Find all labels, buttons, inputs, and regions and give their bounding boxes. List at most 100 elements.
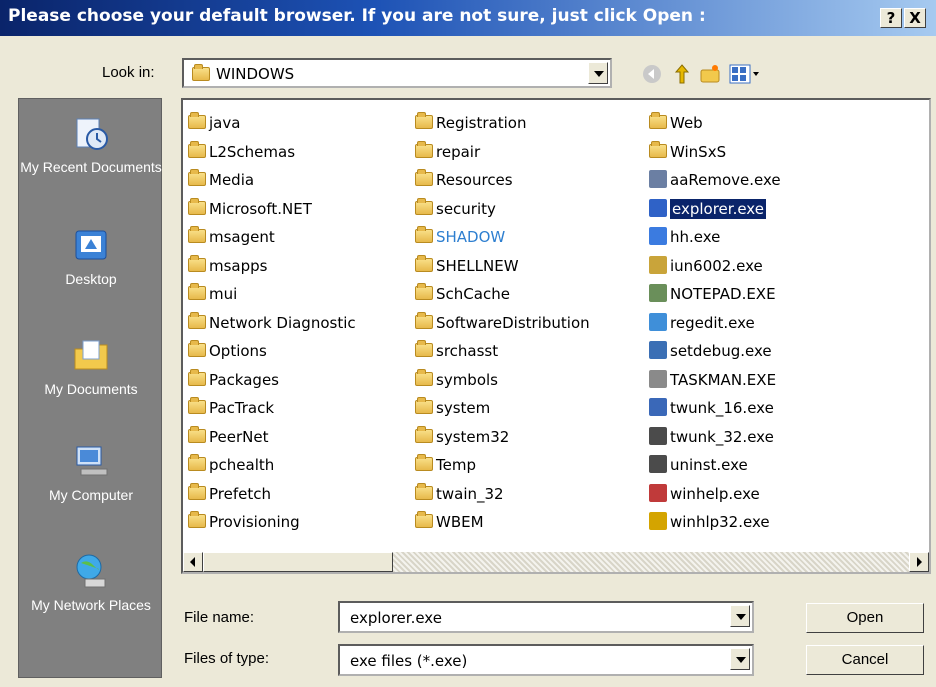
folder-item[interactable]: symbols <box>415 368 498 391</box>
file-item[interactable]: aaRemove.exe <box>649 169 781 191</box>
folder-item[interactable]: security <box>415 197 496 220</box>
up-folder-icon[interactable] <box>670 62 694 86</box>
folder-item[interactable]: msagent <box>188 226 275 248</box>
file-item[interactable]: NOTEPAD.EXE <box>649 283 776 305</box>
folder-item[interactable]: PeerNet <box>188 425 268 448</box>
executable-icon <box>649 170 667 188</box>
item-label: PacTrack <box>209 399 275 417</box>
item-label: twunk_16.exe <box>670 399 774 417</box>
folder-item[interactable]: WBEM <box>415 511 484 533</box>
file-item[interactable]: TASKMAN.EXE <box>649 369 776 391</box>
scroll-left-button[interactable] <box>183 552 203 572</box>
executable-icon <box>649 284 667 302</box>
file-item[interactable]: uninst.exe <box>649 454 748 476</box>
folder-icon <box>188 454 206 471</box>
item-label: twunk_32.exe <box>670 427 774 446</box>
folder-item[interactable]: java <box>188 112 240 134</box>
view-menu-icon[interactable] <box>728 62 762 86</box>
file-name-dropdown-button[interactable] <box>730 605 750 627</box>
folder-icon <box>415 283 433 300</box>
folder-icon <box>415 482 433 500</box>
folder-icon <box>188 340 206 357</box>
file-item[interactable]: winhlp32.exe <box>649 511 770 533</box>
folder-icon <box>188 283 206 300</box>
file-item[interactable]: iun6002.exe <box>649 255 763 277</box>
file-item[interactable]: hh.exe <box>649 226 720 248</box>
folder-item[interactable]: Network Diagnostic <box>188 311 356 334</box>
folder-item[interactable]: PacTrack <box>188 397 274 419</box>
file-item[interactable]: explorer.exe <box>649 197 767 220</box>
folder-item[interactable]: SchCache <box>415 283 510 305</box>
folder-item[interactable]: Temp <box>415 454 476 476</box>
look-in-dropdown-button[interactable] <box>588 62 608 84</box>
scroll-right-button[interactable] <box>909 552 929 572</box>
folder-icon <box>649 140 667 158</box>
help-button[interactable]: ? <box>880 8 902 28</box>
folder-icon <box>415 197 433 215</box>
file-type-select[interactable]: exe files (*.exe) <box>338 644 754 676</box>
folder-item[interactable]: Options <box>188 340 267 362</box>
folder-item[interactable]: WinSxS <box>649 140 726 163</box>
look-in-combo[interactable]: WINDOWS <box>182 58 612 88</box>
folder-item[interactable]: Provisioning <box>188 511 300 533</box>
folder-item[interactable]: repair <box>415 140 480 163</box>
arrow-left-icon <box>190 557 195 567</box>
folder-item[interactable]: Prefetch <box>188 482 271 505</box>
item-label: system32 <box>436 427 510 446</box>
item-label: winhlp32.exe <box>670 513 770 531</box>
file-name-input[interactable]: explorer.exe <box>338 601 754 633</box>
item-label: Prefetch <box>209 484 271 503</box>
scrollbar-thumb[interactable] <box>203 552 393 572</box>
folder-item[interactable]: twain_32 <box>415 482 504 505</box>
open-button[interactable]: Open <box>806 603 924 633</box>
file-item[interactable]: winhelp.exe <box>649 483 760 505</box>
file-list[interactable]: java L2Schemas Media Microsoft.NET msagent ms… <box>181 98 931 574</box>
file-item[interactable]: regedit.exe <box>649 312 755 334</box>
folder-item[interactable]: Media <box>188 169 254 191</box>
file-item[interactable]: twunk_16.exe <box>649 397 774 419</box>
folder-item[interactable]: pchealth <box>188 454 274 476</box>
file-type-value: exe files (*.exe) <box>350 652 468 670</box>
item-label: system <box>436 399 491 417</box>
title-bar: Please choose your default browser. If y… <box>0 0 936 36</box>
folder-item[interactable]: mui <box>188 283 237 305</box>
file-item[interactable]: setdebug.exe <box>649 340 772 362</box>
place-my-computer[interactable]: My Computer <box>19 441 163 504</box>
file-item[interactable]: twunk_32.exe <box>649 426 774 448</box>
folder-item[interactable]: system32 <box>415 425 510 448</box>
item-label: symbols <box>436 370 498 389</box>
folder-item[interactable]: Web <box>649 112 703 134</box>
folder-item[interactable]: msapps <box>188 254 267 277</box>
item-label: SHADOW <box>436 228 506 246</box>
folder-icon <box>415 112 433 129</box>
executable-icon <box>649 255 667 274</box>
folder-item[interactable]: Microsoft.NET <box>188 197 312 220</box>
cancel-button[interactable]: Cancel <box>806 645 924 675</box>
folder-item[interactable]: Registration <box>415 112 526 134</box>
folder-item[interactable]: system <box>415 397 490 419</box>
item-label: iun6002.exe <box>670 256 763 275</box>
folder-item[interactable]: L2Schemas <box>188 140 295 163</box>
folder-item[interactable]: Packages <box>188 368 279 391</box>
place-my-network-places[interactable]: My Network Places <box>19 551 163 614</box>
executable-icon <box>649 227 667 245</box>
place-my-documents[interactable]: My Documents <box>19 335 163 398</box>
file-type-dropdown-button[interactable] <box>730 648 750 670</box>
folder-item[interactable]: SoftwareDistribution <box>415 311 590 334</box>
folder-item[interactable]: SHELLNEW <box>415 254 519 277</box>
horizontal-scrollbar[interactable] <box>183 552 929 572</box>
place-my-recent-documents[interactable]: My Recent Documents <box>19 113 163 176</box>
back-icon[interactable] <box>640 62 664 86</box>
close-button[interactable]: X <box>904 8 926 28</box>
file-type-label: Files of type: <box>184 650 270 667</box>
place-label: My Network Places <box>31 597 151 613</box>
folder-item[interactable]: srchasst <box>415 340 498 362</box>
folder-icon <box>188 425 206 443</box>
folder-item[interactable]: SHADOW <box>415 226 505 248</box>
place-desktop[interactable]: Desktop <box>19 225 163 288</box>
folder-icon <box>415 425 433 443</box>
folder-icon <box>415 368 433 386</box>
new-folder-icon[interactable] <box>698 62 722 86</box>
folder-item[interactable]: Resources <box>415 169 513 191</box>
item-label: winhelp.exe <box>670 484 760 503</box>
